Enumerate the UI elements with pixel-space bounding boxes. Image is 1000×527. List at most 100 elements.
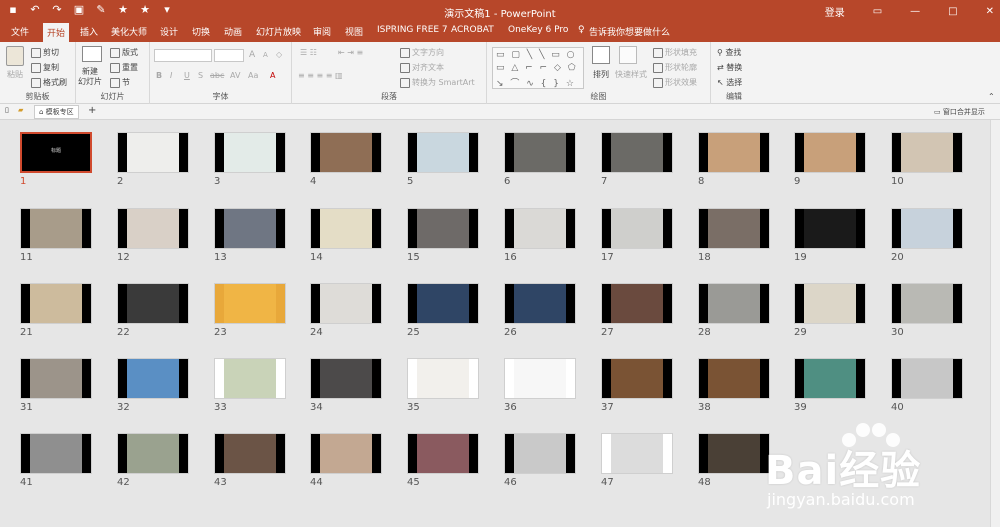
tab-ispring[interactable]: ISPRING FREE 7 xyxy=(377,25,448,35)
slide-thumbnail[interactable] xyxy=(407,358,479,399)
quick-styles-label[interactable]: 快速样式 xyxy=(615,69,647,80)
restore-ribbon-icon[interactable]: ▭ xyxy=(873,6,882,17)
slide-thumbnail[interactable] xyxy=(310,433,382,474)
shape-effects-button[interactable]: 形状效果 xyxy=(653,77,697,88)
maximize-icon[interactable]: □ xyxy=(948,6,957,17)
new-slide-label-2[interactable]: 幻灯片 xyxy=(78,76,102,87)
align-text-button[interactable]: 对齐文本 xyxy=(400,62,444,73)
slide-thumbnail[interactable] xyxy=(214,208,286,249)
slide-thumbnail[interactable] xyxy=(794,132,866,173)
arrange-label[interactable]: 排列 xyxy=(593,69,609,80)
font-size-input[interactable] xyxy=(214,49,244,62)
char-spacing-button[interactable]: AV xyxy=(230,71,240,80)
slide-thumbnail[interactable] xyxy=(698,358,770,399)
minimize-icon[interactable]: — xyxy=(910,6,920,17)
slide-thumbnail[interactable]: 标题 xyxy=(20,132,92,173)
slide-thumbnail[interactable] xyxy=(601,132,673,173)
tab-animations[interactable]: 动画 xyxy=(224,25,242,38)
slide-thumbnail[interactable] xyxy=(891,132,963,173)
tab-acrobat[interactable]: ACROBAT xyxy=(451,25,494,35)
slide-thumbnail[interactable] xyxy=(117,433,189,474)
select-button[interactable]: ↖ 选择 xyxy=(717,77,742,88)
slide-thumbnail[interactable] xyxy=(794,208,866,249)
slide-thumbnail[interactable] xyxy=(698,208,770,249)
slide-thumbnail[interactable] xyxy=(117,208,189,249)
clear-format-icon[interactable]: ◇ xyxy=(276,50,282,59)
tab-insert[interactable]: 插入 xyxy=(80,25,98,38)
close-icon[interactable]: ✕ xyxy=(986,6,994,17)
slide-thumbnail[interactable] xyxy=(794,358,866,399)
slide-thumbnail[interactable] xyxy=(504,358,576,399)
shrink-font-button[interactable]: A xyxy=(263,51,268,59)
bold-button[interactable]: B xyxy=(156,71,162,80)
grow-font-button[interactable]: A xyxy=(249,50,255,60)
tab-transitions[interactable]: 切换 xyxy=(192,25,210,38)
login-link[interactable]: 登录 xyxy=(825,4,845,19)
slide-thumbnail[interactable] xyxy=(214,132,286,173)
bullets-icon[interactable]: ☰ ☷ xyxy=(300,48,317,57)
shape-fill-button[interactable]: 形状填充 xyxy=(653,47,697,58)
format-painter-button[interactable]: 格式刷 xyxy=(31,77,67,88)
slide-thumbnail[interactable] xyxy=(117,358,189,399)
arrange-icon[interactable] xyxy=(592,46,610,64)
slide-thumbnail[interactable] xyxy=(214,358,286,399)
new-doc-icon[interactable]: ▯ xyxy=(5,106,9,114)
add-tab-button[interactable]: + xyxy=(88,105,96,116)
slide-thumbnail[interactable] xyxy=(407,132,479,173)
paste-label[interactable]: 粘贴 xyxy=(7,69,23,80)
font-color-icon[interactable]: A xyxy=(270,71,275,80)
slide-thumbnail[interactable] xyxy=(407,433,479,474)
merge-window-button[interactable]: ▭ 窗口合并显示 xyxy=(934,107,985,117)
slide-thumbnail[interactable] xyxy=(794,283,866,324)
slide-thumbnail[interactable] xyxy=(601,358,673,399)
slide-thumbnail[interactable] xyxy=(504,433,576,474)
tab-review[interactable]: 审阅 xyxy=(313,25,331,38)
replace-button[interactable]: ⇄ 替换 xyxy=(717,62,742,73)
font-name-input[interactable] xyxy=(154,49,212,62)
slide-thumbnail[interactable] xyxy=(504,132,576,173)
slide-thumbnail[interactable] xyxy=(698,433,770,474)
cut-button[interactable]: 剪切 xyxy=(31,47,59,58)
strikethrough-button[interactable]: abc xyxy=(210,71,224,80)
slide-thumbnail[interactable] xyxy=(20,208,92,249)
align-icons[interactable]: ≡ ≡ ≡ ≡ ▥ xyxy=(298,71,343,80)
indent-icon[interactable]: ⇤ ⇥ ≡ xyxy=(338,48,363,57)
tell-me-search[interactable]: 告诉我你想要做什么 xyxy=(589,25,670,38)
slide-thumbnail[interactable] xyxy=(698,283,770,324)
quick-styles-icon[interactable] xyxy=(619,46,637,64)
slide-thumbnail[interactable] xyxy=(504,283,576,324)
slide-thumbnail[interactable] xyxy=(601,283,673,324)
shadow-button[interactable]: S xyxy=(198,71,203,80)
template-zone-tab[interactable]: ⌂ 模板专区 xyxy=(34,105,79,119)
italic-button[interactable]: I xyxy=(170,71,172,80)
slide-thumbnail[interactable] xyxy=(20,283,92,324)
paste-icon[interactable] xyxy=(6,46,24,66)
reset-button[interactable]: 重置 xyxy=(110,62,138,73)
slide-thumbnail[interactable] xyxy=(310,358,382,399)
section-button[interactable]: 节 xyxy=(110,77,130,88)
slide-thumbnail[interactable] xyxy=(310,132,382,173)
slide-thumbnail[interactable] xyxy=(407,283,479,324)
folder-icon[interactable]: ▰ xyxy=(18,106,23,114)
tab-slideshow[interactable]: 幻灯片放映 xyxy=(256,25,301,38)
slide-thumbnail[interactable] xyxy=(891,358,963,399)
slide-thumbnail[interactable] xyxy=(214,433,286,474)
slide-thumbnail[interactable] xyxy=(601,433,673,474)
slide-thumbnail[interactable] xyxy=(891,283,963,324)
change-case-button[interactable]: Aa xyxy=(248,71,258,80)
shape-outline-button[interactable]: 形状轮廓 xyxy=(653,62,697,73)
slide-thumbnail[interactable] xyxy=(891,208,963,249)
slide-thumbnail[interactable] xyxy=(117,132,189,173)
collapse-ribbon-icon[interactable]: ⌃ xyxy=(988,92,995,101)
slide-thumbnail[interactable] xyxy=(601,208,673,249)
copy-button[interactable]: 复制 xyxy=(31,62,59,73)
shapes-gallery[interactable]: ▭ ▢ ╲ ╲ ▭ ○ ▭ △ ⌐ ⌐ ◇ ⬠ ↘ ⌒ ∿ { } ☆ xyxy=(492,47,584,89)
slide-thumbnail[interactable] xyxy=(310,208,382,249)
slide-thumbnail[interactable] xyxy=(117,283,189,324)
slide-thumbnail[interactable] xyxy=(698,132,770,173)
slide-thumbnail[interactable] xyxy=(504,208,576,249)
tab-beautify[interactable]: 美化大师 xyxy=(111,25,147,38)
slide-thumbnail[interactable] xyxy=(407,208,479,249)
tab-view[interactable]: 视图 xyxy=(345,25,363,38)
tab-design[interactable]: 设计 xyxy=(160,25,178,38)
